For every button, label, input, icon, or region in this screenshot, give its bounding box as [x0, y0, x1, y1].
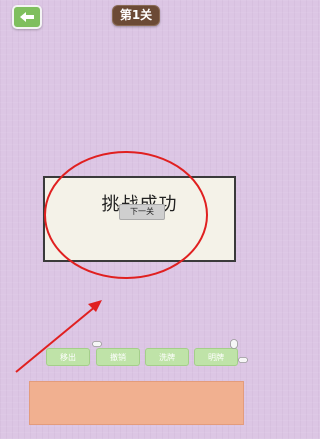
- back-button[interactable]: [12, 5, 42, 29]
- action-bar: 移出 撤销 洗牌 明牌: [0, 339, 270, 372]
- remove-button[interactable]: 移出: [46, 348, 90, 366]
- undo-button[interactable]: 撤销: [96, 348, 140, 366]
- shuffle-button[interactable]: 洗牌: [145, 348, 189, 366]
- tile-tray: [29, 381, 244, 425]
- annotation-arrow-head: [88, 300, 102, 312]
- capsule-icon: [230, 339, 238, 349]
- next-level-button[interactable]: 下一关: [119, 204, 165, 220]
- capsule-icon: [238, 357, 248, 363]
- level-title: 第1关: [112, 5, 160, 26]
- reveal-button[interactable]: 明牌: [194, 348, 238, 366]
- back-arrow-icon: [20, 12, 34, 22]
- capsule-icon: [92, 341, 102, 347]
- success-dialog: 挑战成功 下一关: [43, 176, 236, 262]
